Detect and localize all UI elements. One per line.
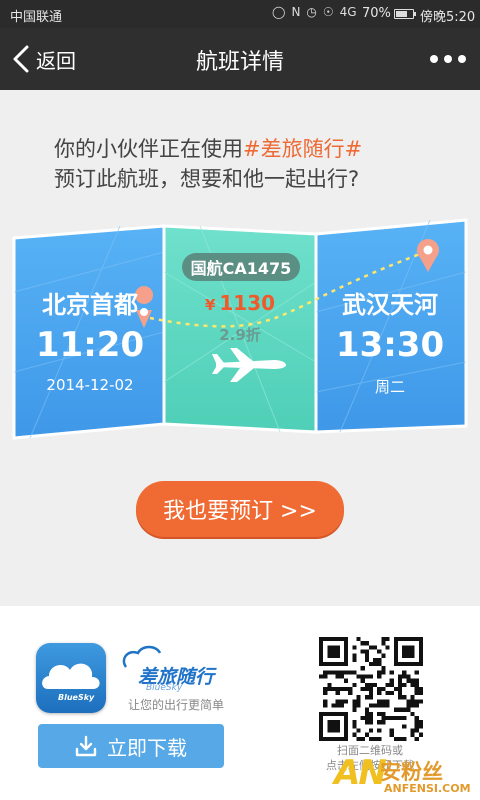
download-icon <box>75 735 97 757</box>
flight-number-badge: 国航CA1475 <box>182 253 300 281</box>
watermark-url: ANFENSI.COM <box>384 782 471 795</box>
flight-price: ¥1130 <box>190 291 290 315</box>
brand-subtitle: BlueSky <box>146 683 183 693</box>
alarm-icon: ◷ <box>306 5 317 19</box>
app-slogan: 让您的出行更简单 <box>127 698 224 712</box>
back-button[interactable]: 返回 <box>12 42 76 76</box>
clock: 傍晚5:20 <box>420 10 476 25</box>
headset-icon: ◯ <box>272 5 286 19</box>
nav-bar: 返回 航班详情 <box>0 28 480 90</box>
app-hashtag: #差旅随行# <box>243 137 363 161</box>
discount-label: 2.9折 <box>219 326 261 344</box>
chevron-left-icon <box>13 45 29 73</box>
status-bar: 中国联通 ◯ N ◷ ☉ 4G 70% 傍晚5:20 <box>0 0 480 28</box>
app-icon[interactable] <box>36 643 106 713</box>
more-menu-button[interactable] <box>430 48 466 70</box>
invite-line-2: 预订此航班，想要和他一起出行? <box>54 167 360 191</box>
download-label: 立即下载 <box>107 735 187 760</box>
battery-percent: 70% <box>362 6 391 21</box>
departure-time: 11:20 <box>35 325 145 365</box>
download-button[interactable]: 立即下载 <box>38 724 224 768</box>
battery-level <box>396 11 407 17</box>
more-dot-icon <box>430 55 438 63</box>
invite-message: 你的小伙伴正在使用#差旅随行# 预订此航班，想要和他一起出行? <box>54 134 362 194</box>
invite-prefix: 你的小伙伴正在使用 <box>54 137 243 161</box>
book-too-button[interactable]: 我也要预订 >> <box>136 481 344 537</box>
battery-icon <box>394 9 416 19</box>
cloud-icon <box>42 663 100 689</box>
arrival-weekday: 周二 <box>374 378 405 396</box>
carrier-name: 中国联通 <box>10 10 63 25</box>
back-label: 返回 <box>36 48 76 73</box>
app-icon-label: BlueSky <box>58 693 95 702</box>
more-dot-icon <box>458 55 466 63</box>
eye-icon: ☉ <box>322 5 334 19</box>
qr-code[interactable] <box>319 637 423 741</box>
signal-icon: 4G <box>339 5 357 19</box>
arrival-city: 武汉天河 <box>342 291 438 319</box>
nfc-icon: N <box>291 5 301 19</box>
more-dot-icon <box>444 55 452 63</box>
arrival-time: 13:30 <box>335 325 445 365</box>
price-value: 1130 <box>219 291 276 315</box>
departure-date: 2014-12-02 <box>46 376 134 394</box>
watermark-logo: AN <box>334 753 387 793</box>
departure-city: 北京首都 <box>42 291 138 319</box>
status-icons: ◯ N ◷ ☉ 4G <box>272 5 357 19</box>
invite-line-1: 你的小伙伴正在使用#差旅随行# <box>54 134 362 164</box>
currency-symbol: ¥ <box>204 296 216 314</box>
